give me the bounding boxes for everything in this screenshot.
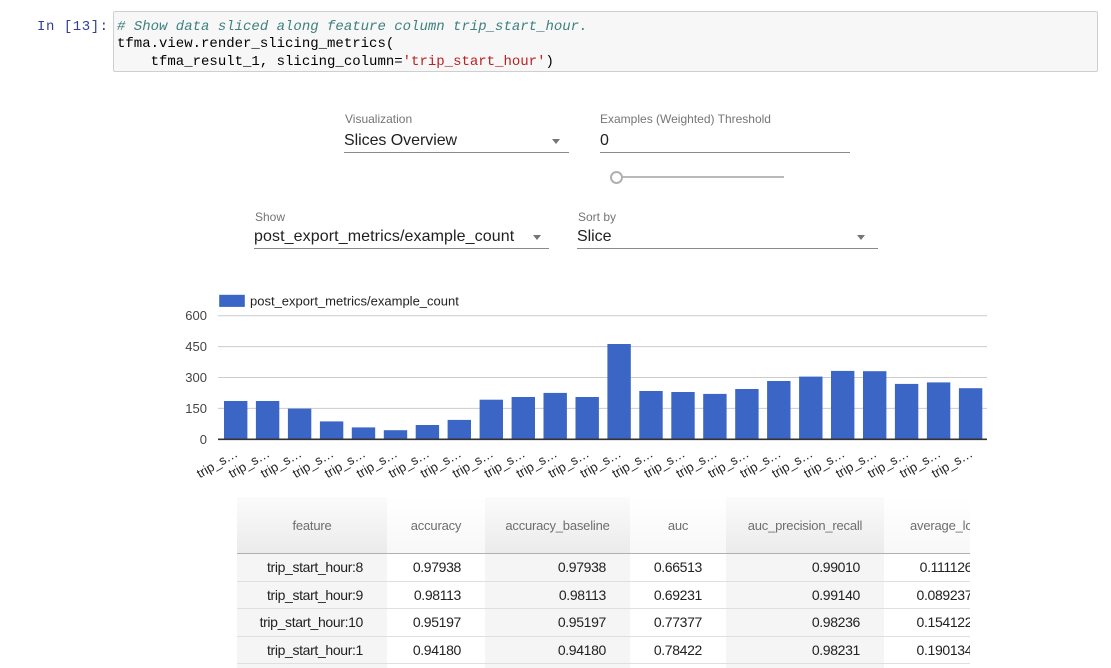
svg-text:300: 300 xyxy=(185,370,207,385)
svg-text:600: 600 xyxy=(185,308,207,323)
svg-text:0: 0 xyxy=(200,432,207,447)
svg-text:post_export_metrics/example_co: post_export_metrics/example_count xyxy=(250,294,459,309)
svg-text:150: 150 xyxy=(185,401,207,416)
svg-text:450: 450 xyxy=(185,339,207,354)
